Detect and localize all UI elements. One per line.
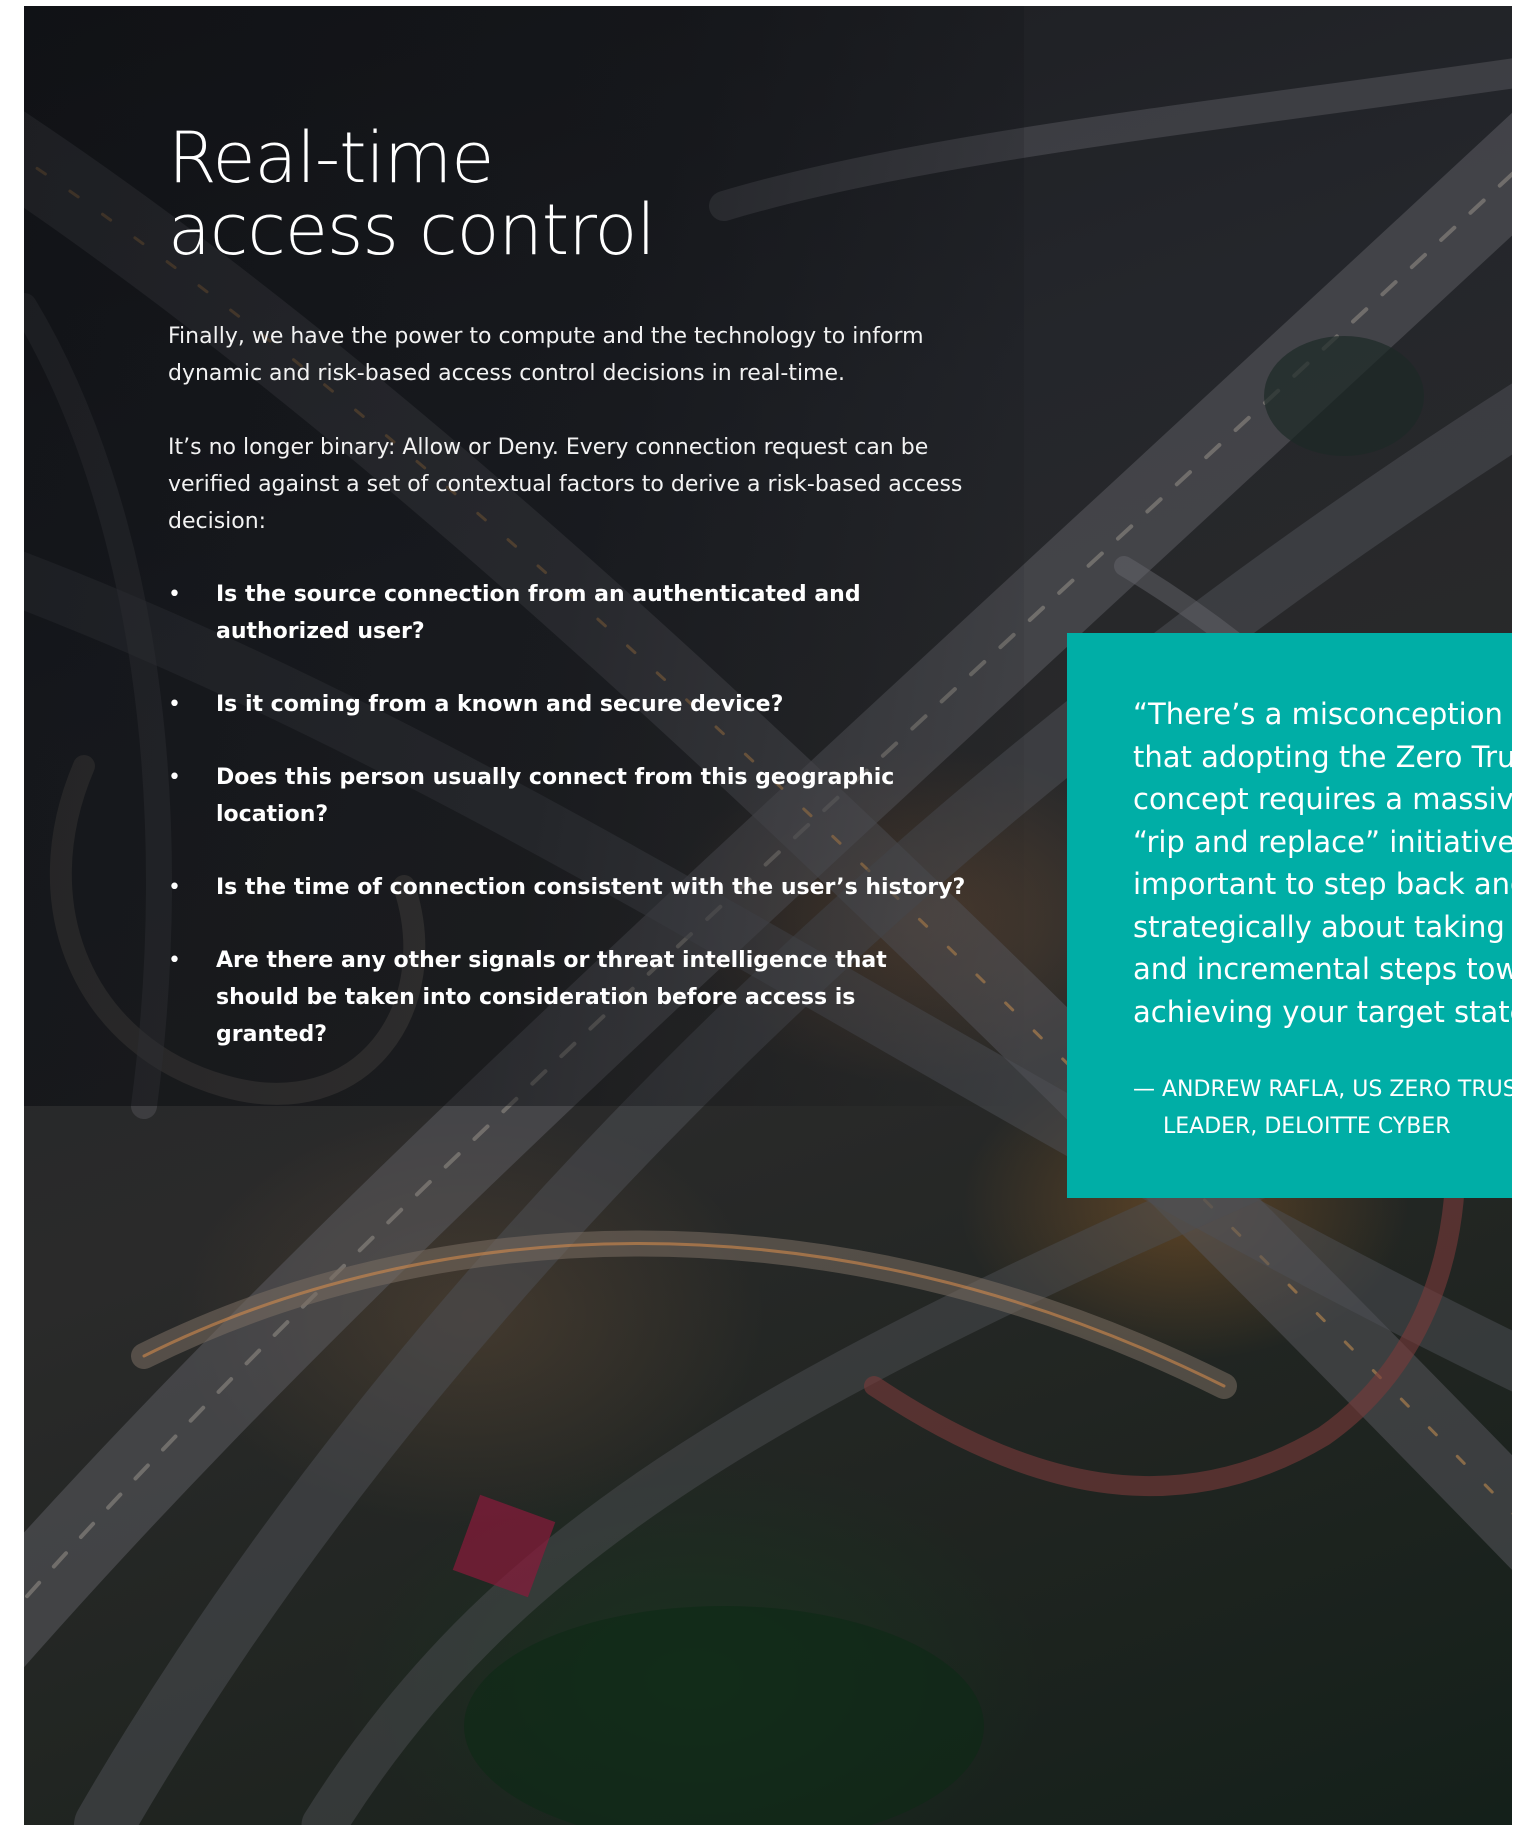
- quote-line: strategically about taking iterative: [1133, 909, 1512, 944]
- bullet-icon: •: [168, 582, 181, 607]
- list-item: • Is it coming from a known and secure d…: [168, 686, 968, 723]
- quote-line: that adopting the Zero Trust: [1133, 739, 1512, 774]
- pull-quote-box: “There’s a misconception that adopting t…: [1067, 633, 1512, 1198]
- list-item-text: Are there any other signals or threat in…: [216, 948, 887, 1047]
- quote-line: concept requires a massive: [1133, 782, 1512, 816]
- quote-line: and incremental steps toward: [1133, 952, 1512, 986]
- list-item-text: Is the time of connection consistent wit…: [216, 875, 966, 900]
- bullet-icon: •: [168, 692, 181, 717]
- bullet-icon: •: [168, 875, 181, 900]
- list-item-text: Does this person usually connect from th…: [216, 765, 895, 827]
- list-item: • Is the time of connection consistent w…: [168, 869, 968, 906]
- quote-attribution: — ANDREW RAFLA, US ZERO TRUST LEADER, DE…: [1133, 1071, 1512, 1145]
- list-item-text: Is the source connection from an authent…: [216, 582, 861, 644]
- page-title-line-1: Real-time: [168, 117, 494, 199]
- attribution-line-2: LEADER, DELOITTE CYBER: [1163, 1114, 1451, 1139]
- quote-line: “rip and replace” initiative. It’s: [1133, 824, 1512, 859]
- quote-line: “There’s a misconception: [1133, 697, 1503, 731]
- list-item: • Does this person usually connect from …: [168, 759, 968, 833]
- page: Real-time access control Finally, we hav…: [24, 6, 1512, 1825]
- page-title-line-2: access control: [168, 189, 656, 271]
- intro-paragraph: Finally, we have the power to compute an…: [168, 324, 924, 386]
- list-item: • Is the source connection from an authe…: [168, 576, 968, 650]
- quote-line: important to step back and think: [1133, 867, 1512, 901]
- contextual-factors-list: • Is the source connection from an authe…: [168, 576, 968, 1089]
- contextual-factors-paragraph: It’s no longer binary: Allow or Deny. Ev…: [168, 435, 963, 534]
- bullet-icon: •: [168, 948, 181, 973]
- list-item-text: Is it coming from a known and secure dev…: [216, 692, 784, 717]
- bullet-icon: •: [168, 765, 181, 790]
- attribution-line-1: — ANDREW RAFLA, US ZERO TRUST: [1133, 1077, 1512, 1102]
- page-title: Real-time access control: [168, 117, 656, 271]
- list-item: • Are there any other signals or threat …: [168, 942, 968, 1053]
- quote-line: achieving your target state.”: [1133, 994, 1512, 1029]
- pull-quote-text: “There’s a misconception that adopting t…: [1133, 693, 1512, 1033]
